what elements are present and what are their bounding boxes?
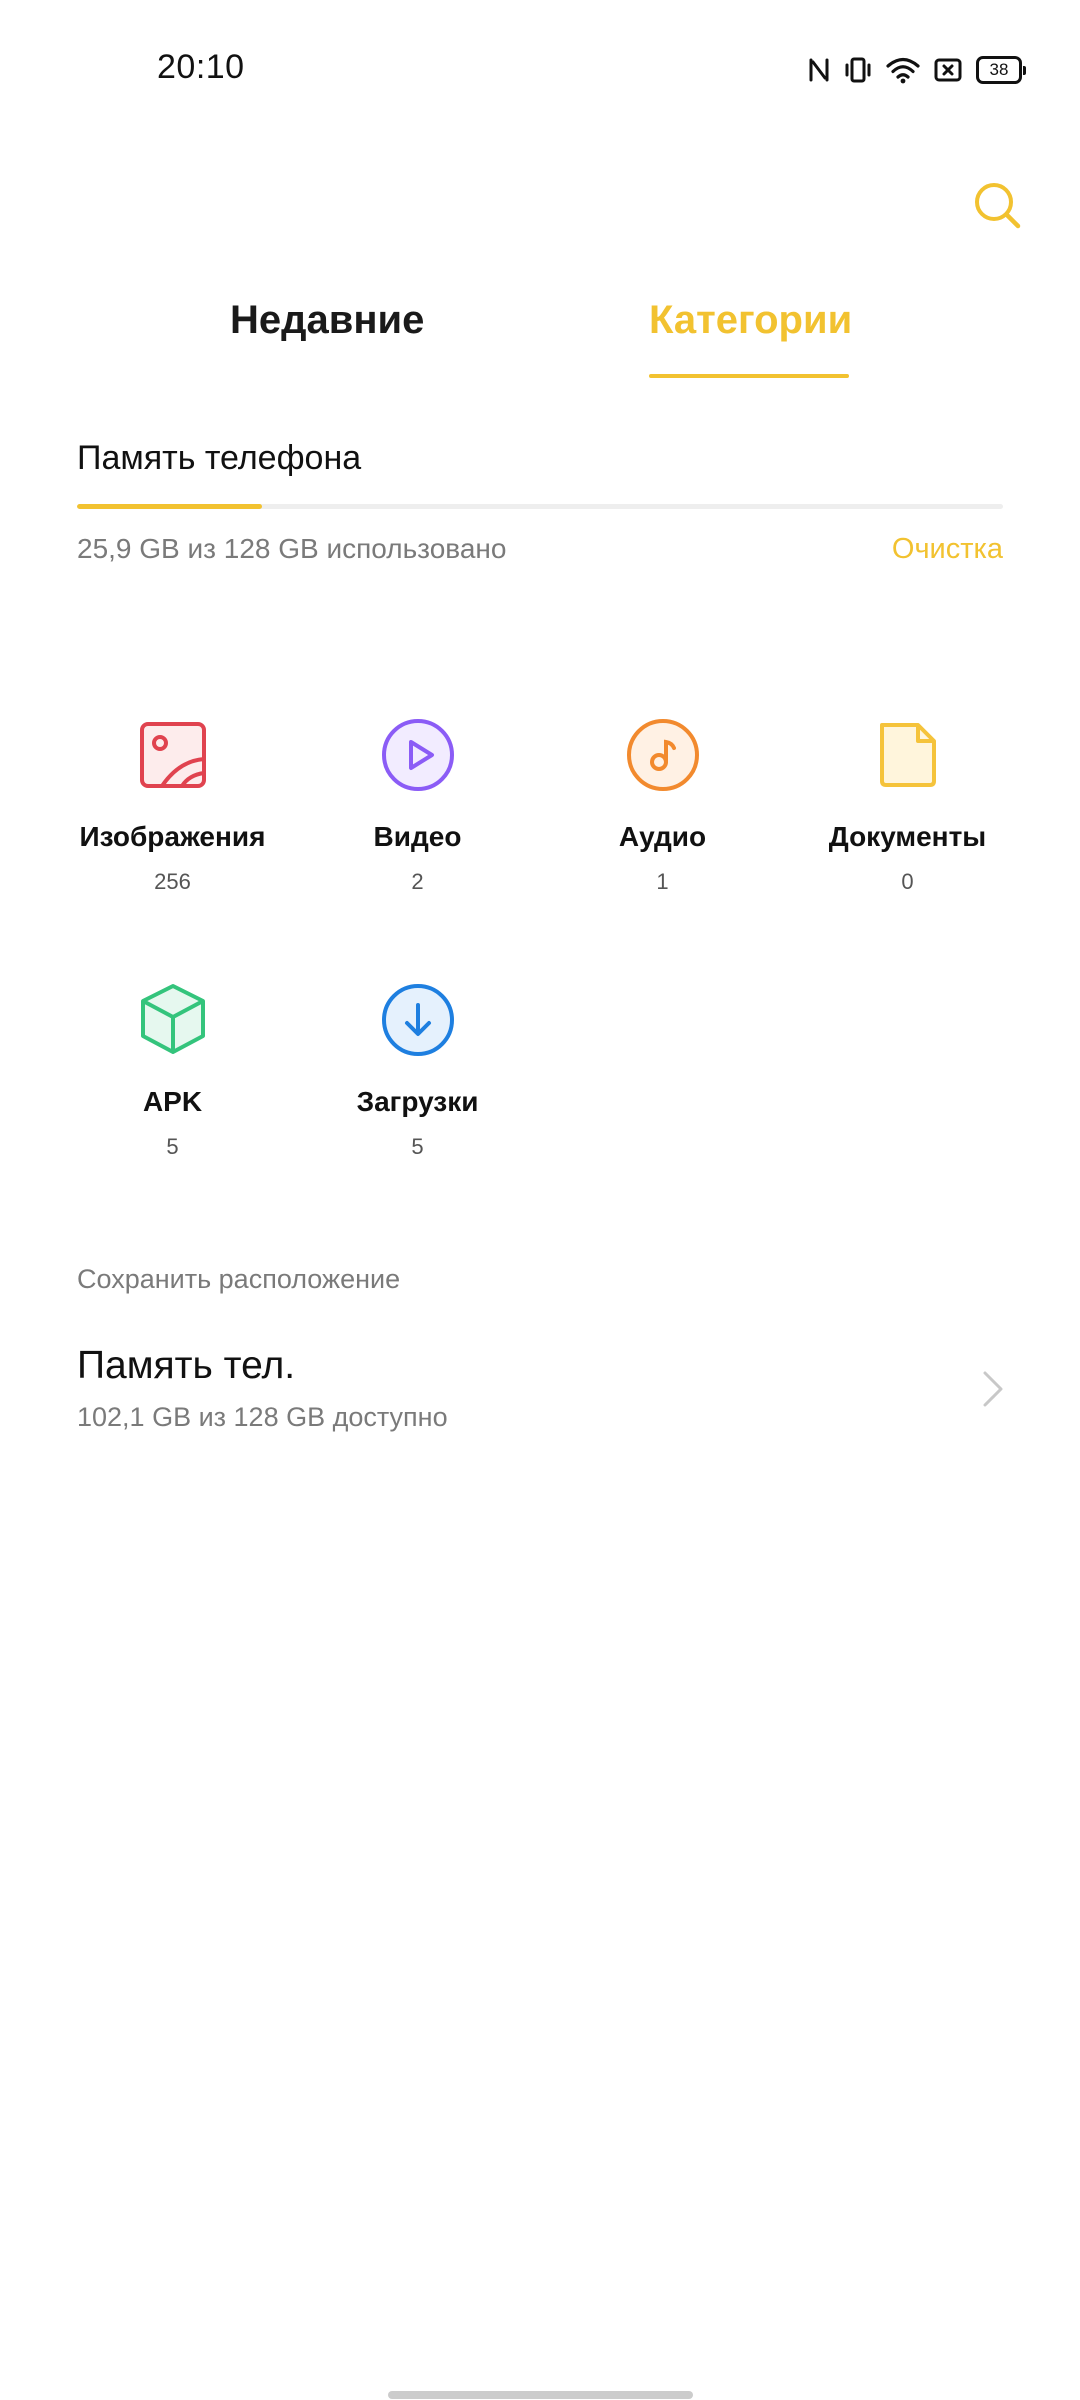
nfc-icon bbox=[808, 57, 830, 83]
storage-progress-fill bbox=[77, 504, 263, 509]
storage-location-available: 102,1 GB из 128 GB доступно bbox=[77, 1402, 448, 1432]
document-icon bbox=[879, 723, 936, 787]
battery-icon: 38 bbox=[976, 56, 1026, 84]
tab-categories[interactable]: Категории bbox=[649, 298, 852, 343]
search-icon bbox=[975, 183, 1021, 229]
category-video[interactable]: Видео 2 bbox=[295, 715, 540, 895]
category-label: Изображения bbox=[79, 821, 266, 852]
gesture-nav-handle[interactable] bbox=[388, 2391, 693, 2399]
category-count: 2 bbox=[411, 869, 424, 894]
music-note-icon bbox=[626, 719, 699, 791]
category-images[interactable]: Изображения 256 bbox=[50, 715, 295, 895]
storage-progress-bar bbox=[77, 504, 1003, 509]
play-icon bbox=[381, 719, 454, 791]
status-time: 20:10 bbox=[157, 48, 245, 86]
active-tab-indicator bbox=[649, 374, 849, 378]
category-label: Аудио bbox=[618, 821, 707, 852]
category-count: 5 bbox=[411, 1134, 424, 1159]
category-documents[interactable]: Документы 0 bbox=[785, 715, 1030, 895]
category-downloads[interactable]: Загрузки 5 bbox=[295, 980, 540, 1160]
image-icon bbox=[139, 722, 206, 788]
category-label: Видео bbox=[373, 821, 462, 852]
package-icon bbox=[140, 984, 205, 1054]
vibrate-icon bbox=[844, 56, 872, 84]
chevron-right-icon bbox=[983, 1371, 1003, 1407]
category-count: 256 bbox=[154, 869, 191, 894]
storage-location-name: Память тел. bbox=[77, 1344, 296, 1387]
wifi-icon bbox=[886, 56, 920, 84]
category-count: 5 bbox=[166, 1134, 179, 1159]
status-icons: 38 bbox=[808, 50, 1026, 90]
storage-usage-text: 25,9 GB из 128 GB использовано bbox=[77, 533, 507, 564]
storage-title: Память телефона bbox=[77, 439, 362, 477]
category-apk[interactable]: APK 5 bbox=[50, 980, 295, 1160]
download-icon bbox=[381, 984, 454, 1056]
category-label: APK bbox=[142, 1086, 203, 1117]
search-button[interactable] bbox=[972, 180, 1024, 232]
no-sim-icon bbox=[934, 57, 962, 83]
category-count: 0 bbox=[901, 869, 914, 894]
save-location-title: Сохранить расположение bbox=[77, 1264, 401, 1294]
category-label: Загрузки bbox=[356, 1086, 479, 1117]
category-label: Документы bbox=[828, 821, 987, 852]
tab-recent[interactable]: Недавние bbox=[230, 298, 424, 343]
category-audio[interactable]: Аудио 1 bbox=[540, 715, 785, 895]
storage-location-row[interactable]: Память тел. 102,1 GB из 128 GB доступно bbox=[0, 1330, 1080, 1450]
category-count: 1 bbox=[656, 869, 669, 894]
clean-button[interactable]: Очистка bbox=[892, 533, 1003, 566]
